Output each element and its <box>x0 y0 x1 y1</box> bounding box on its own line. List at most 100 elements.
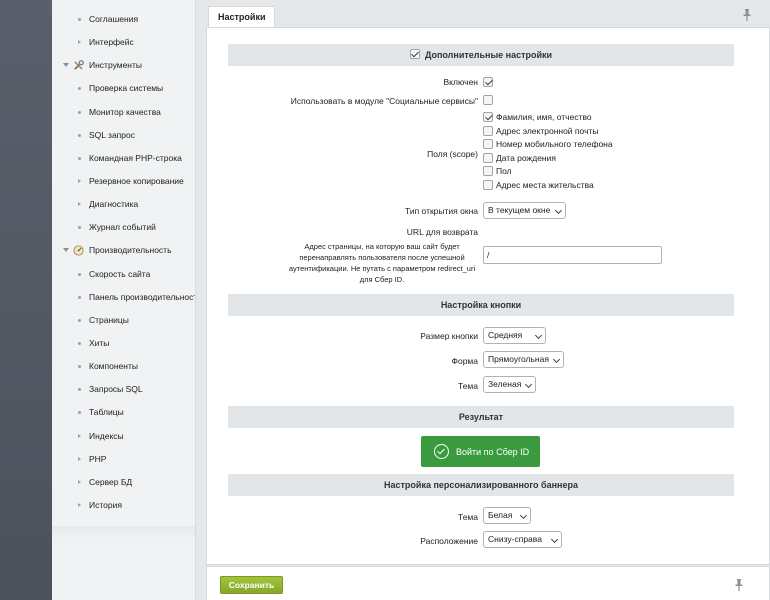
scope-option-label: Адрес места жительства <box>496 180 594 190</box>
section-banner-settings: Настройка персонализированного баннера <box>228 474 734 496</box>
sidebar-item[interactable]: Резервное копирование <box>52 173 195 189</box>
enabled-checkbox[interactable] <box>483 77 493 87</box>
banner-position-value: Снизу-справа <box>488 534 542 544</box>
sidebar-item[interactable]: SQL запрос <box>52 127 195 143</box>
button-shape-label: Форма <box>451 356 479 366</box>
bullet-icon <box>78 156 81 160</box>
expand-triangle-icon[interactable] <box>63 248 69 252</box>
sidebar-item[interactable]: Журнал событий <box>52 219 195 235</box>
sidebar-item-label: PHP <box>89 454 107 464</box>
sidebar-item[interactable]: Инструменты <box>52 57 195 73</box>
sidebar-item-label: Компоненты <box>89 361 138 371</box>
sber-id-login-button[interactable]: Войти по Сбер ID <box>421 436 540 467</box>
sidebar-item-label: Диагностика <box>89 199 139 209</box>
sidebar-item[interactable]: Проверка системы <box>52 80 195 96</box>
sidebar-item-label: Индексы <box>89 431 124 441</box>
tools-icon <box>74 59 84 70</box>
button-shape-select[interactable]: Прямоугольная <box>483 351 564 368</box>
sidebar-item[interactable]: Соглашения <box>52 11 195 27</box>
window-type-value: В текущем окне <box>488 205 551 215</box>
chevron-down-icon <box>554 206 563 215</box>
tab-settings[interactable]: Настройки <box>208 6 276 28</box>
banner-position-label: Расположение <box>420 536 478 546</box>
scope-option-label: Адрес электронной почты <box>496 126 599 136</box>
sidebar-item[interactable]: Хиты <box>52 335 195 351</box>
chevron-down-icon <box>534 331 543 340</box>
sidebar-item-label: Запросы SQL <box>89 384 143 394</box>
sidebar-item[interactable]: Командная PHP-строка <box>52 150 195 166</box>
social-services-checkbox[interactable] <box>483 95 493 105</box>
tab-bar: Настройки <box>206 4 770 28</box>
speedometer-icon <box>73 244 84 256</box>
sidebar-item[interactable]: Панель производительности <box>52 289 195 305</box>
bullet-icon <box>78 410 81 414</box>
section-button-settings: Настройка кнопки <box>228 294 734 316</box>
scope-option-label: Пол <box>496 166 512 176</box>
sidebar-item[interactable]: Диагностика <box>52 196 195 212</box>
sidebar-item[interactable]: Производительность <box>52 242 195 258</box>
sidebar-item-label: Соглашения <box>89 14 139 24</box>
chevron-down-icon <box>550 535 559 544</box>
return-url-input[interactable]: / <box>483 246 662 264</box>
sidebar-item-label: История <box>89 500 122 510</box>
sidebar-item[interactable]: Страницы <box>52 312 195 328</box>
scope-checkbox[interactable] <box>483 166 493 176</box>
expand-triangle-icon[interactable] <box>63 63 69 67</box>
sidebar-item[interactable]: Компоненты <box>52 358 195 374</box>
scope-checkbox[interactable] <box>483 180 493 190</box>
sidebar-item-label: Интерфейс <box>89 37 134 47</box>
button-size-value: Средняя <box>488 330 523 340</box>
bullet-icon <box>78 110 81 114</box>
sidebar-item-label: Хиты <box>89 338 110 348</box>
sidebar-item-label: Журнал событий <box>89 222 156 232</box>
chevron-right-icon <box>78 179 81 183</box>
menu-end-shadow <box>52 526 195 540</box>
chevron-down-icon <box>552 355 561 364</box>
scope-option-label: Дата рождения <box>496 153 556 163</box>
chevron-right-icon <box>78 503 81 507</box>
bullet-icon <box>78 133 81 137</box>
sidebar-item[interactable]: Монитор качества <box>52 104 195 120</box>
sidebar-item-label: Монитор качества <box>89 107 161 117</box>
scope-checkbox[interactable] <box>483 112 493 122</box>
window-type-select[interactable]: В текущем окне <box>483 202 566 219</box>
banner-theme-label: Тема <box>457 512 478 522</box>
button-theme-select[interactable]: Зеленая <box>483 376 536 393</box>
pin-icon[interactable] <box>742 9 752 21</box>
section-checkbox-icon <box>409 49 420 59</box>
pin-icon[interactable] <box>734 579 744 591</box>
sidebar-item[interactable]: PHP <box>52 451 195 467</box>
save-button[interactable]: Сохранить <box>220 576 283 594</box>
sidebar-menu: Соглашения Интерфейс Инструменты Проверка с… <box>52 0 196 600</box>
chevron-right-icon <box>78 434 81 438</box>
button-theme-label: Тема <box>457 381 478 391</box>
scope-option-label: Номер мобильного телефона <box>496 139 613 149</box>
sidebar-item[interactable]: Запросы SQL <box>52 381 195 397</box>
button-theme-value: Зеленая <box>488 379 522 389</box>
sber-check-icon <box>434 444 449 459</box>
bullet-icon <box>78 86 81 90</box>
sidebar-item[interactable]: Сервер БД <box>52 474 195 490</box>
chevron-down-icon <box>519 511 528 520</box>
scope-checkbox[interactable] <box>483 153 493 163</box>
sidebar-item-label: Инструменты <box>89 60 143 70</box>
scope-option-label: Фамилия, имя, отчество <box>496 112 592 122</box>
banner-theme-select[interactable]: Белая <box>483 507 531 524</box>
sidebar-item-label: Командная PHP-строка <box>89 153 182 163</box>
scope-checkbox[interactable] <box>483 126 493 136</box>
sidebar-item[interactable]: Скорость сайта <box>52 266 195 282</box>
sidebar-item[interactable]: Индексы <box>52 428 195 444</box>
window-type-label: Тип открытия окна <box>405 206 478 216</box>
sidebar-item-label: Страницы <box>89 315 129 325</box>
bullet-icon <box>78 225 81 229</box>
sidebar-item[interactable]: Таблицы <box>52 404 195 420</box>
section-additional-title: Дополнительные настройки <box>424 50 553 60</box>
banner-position-select[interactable]: Снизу-справа <box>483 531 562 548</box>
button-size-select[interactable]: Средняя <box>483 327 546 344</box>
sidebar-item[interactable]: Интерфейс <box>52 34 195 50</box>
sidebar-item[interactable]: История <box>52 497 195 513</box>
scope-checkbox[interactable] <box>483 139 493 149</box>
bullet-icon <box>78 17 81 21</box>
sidebar-item-label: Резервное копирование <box>89 176 184 186</box>
return-url-label: URL для возврата <box>406 227 478 237</box>
